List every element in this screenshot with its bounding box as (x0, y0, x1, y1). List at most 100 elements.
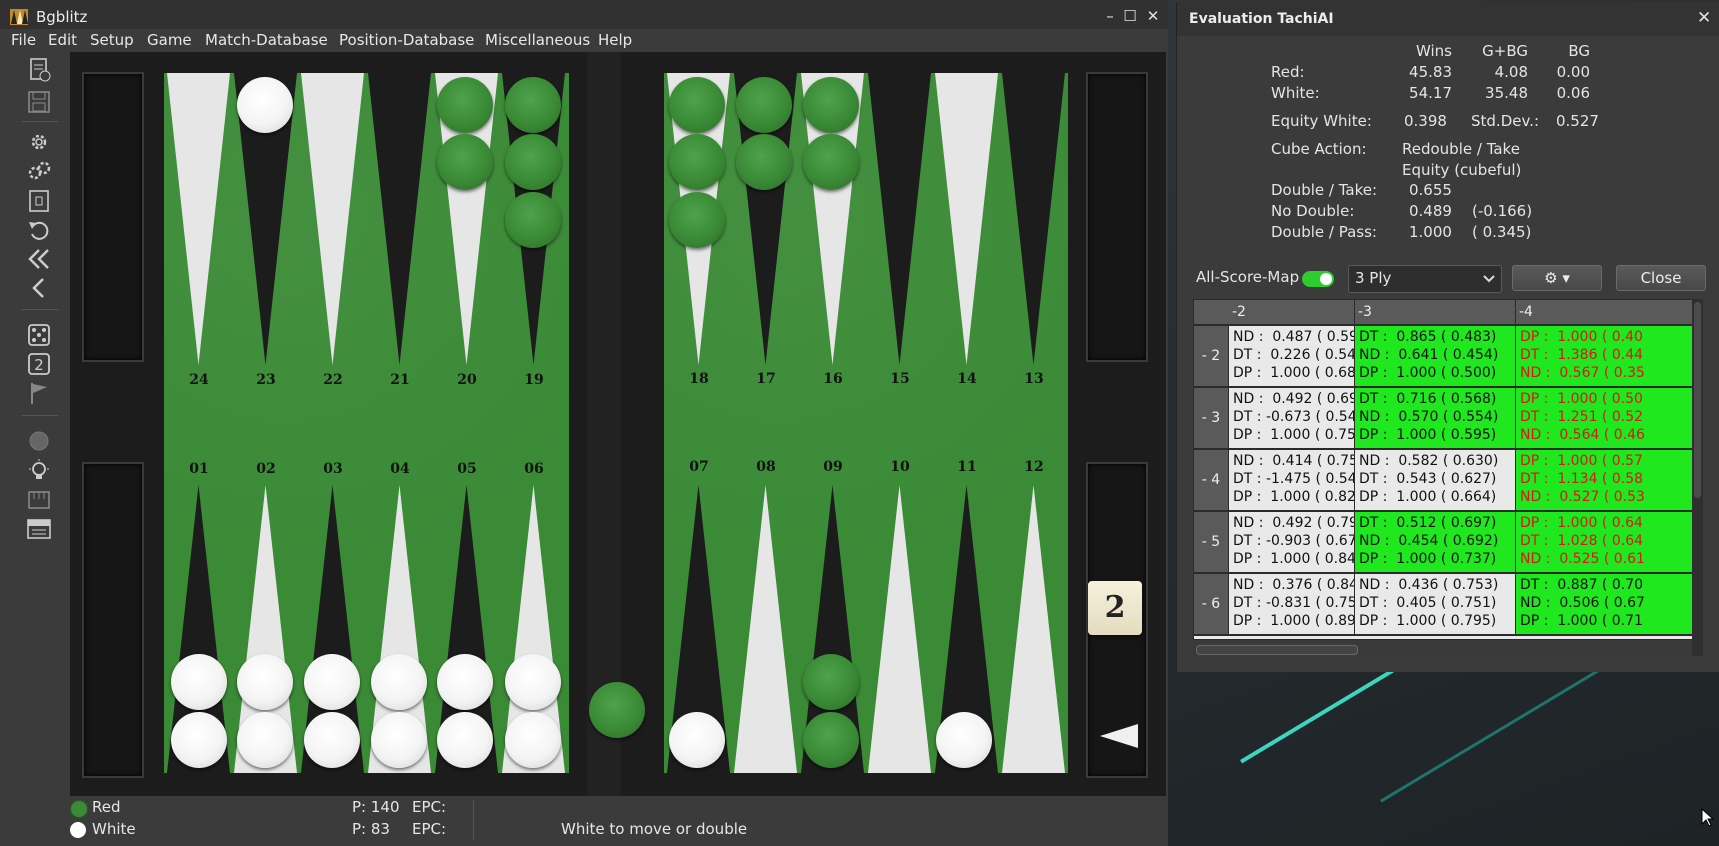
menu-bar: File Edit Setup Game Match-Database Posi… (0, 29, 1168, 53)
red-checker[interactable] (589, 682, 645, 738)
white-checker[interactable] (171, 712, 227, 768)
point-number: 09 (823, 459, 843, 475)
point-number: 24 (189, 372, 209, 388)
menu-game[interactable]: Game (147, 31, 192, 49)
table-vertical-scroll-thumb[interactable] (1694, 302, 1701, 498)
menu-position-database[interactable]: Position-Database (339, 31, 474, 49)
score-map-cell[interactable]: ND : 0.436 ( 0.753) DT : 0.405 ( 0.751) … (1355, 574, 1515, 634)
settings-icon[interactable] (26, 129, 52, 155)
red-checker[interactable] (803, 134, 859, 190)
new-match-icon[interactable] (26, 57, 52, 83)
point-triangle[interactable] (368, 73, 431, 365)
white-checker[interactable] (237, 712, 293, 768)
back-icon[interactable] (26, 275, 52, 301)
red-checker[interactable] (736, 134, 792, 190)
white-checker[interactable] (669, 712, 725, 768)
red-checker[interactable] (736, 77, 792, 133)
white-checker[interactable] (437, 712, 493, 768)
board-setup-icon[interactable] (26, 188, 52, 214)
point-triangle[interactable] (935, 73, 998, 365)
white-checker[interactable] (171, 654, 227, 710)
menu-edit[interactable]: Edit (48, 31, 77, 49)
white-checker[interactable] (505, 712, 561, 768)
close-button[interactable]: Close (1616, 265, 1706, 291)
dice-icon[interactable] (26, 322, 52, 348)
white-checker[interactable] (936, 712, 992, 768)
score-map-cell[interactable]: ND : 0.492 ( 0.799) DT : -0.903 ( 0.673)… (1229, 512, 1354, 572)
minimize-icon[interactable]: – (1100, 6, 1120, 26)
window-title: Bgblitz (36, 8, 88, 26)
ruler-icon[interactable] (26, 487, 52, 513)
point-triangle[interactable] (1002, 485, 1065, 773)
red-pip-count: P: 140 (352, 798, 400, 816)
red-checker[interactable] (803, 712, 859, 768)
undo-icon[interactable] (26, 217, 52, 243)
right-top-tray[interactable] (1086, 72, 1148, 362)
score-map-cell[interactable]: DT : 0.716 ( 0.568) ND : 0.570 ( 0.554) … (1355, 388, 1515, 448)
score-map-cell[interactable]: ND : 0.492 ( 0.690) DT : -0.673 ( 0.542)… (1229, 388, 1354, 448)
score-map-cell[interactable]: DT : 0.865 ( 0.483) ND : 0.641 ( 0.454) … (1355, 326, 1515, 386)
score-map-cell[interactable]: ND : 0.582 ( 0.630) DT : 0.543 ( 0.627) … (1355, 450, 1515, 510)
score-map-cell[interactable]: DT : 0.887 ( 0.70 ND : 0.506 ( 0.67 DP :… (1516, 574, 1696, 634)
score-map-cell[interactable]: DP : 1.000 ( 0.40 DT : 1.386 ( 0.44 ND :… (1516, 326, 1696, 386)
red-checker[interactable] (803, 654, 859, 710)
score-map-cell[interactable]: ND : 0.487 ( 0.590) DT : 0.226 ( 0.542) … (1229, 326, 1354, 386)
point-triangle[interactable] (301, 73, 364, 365)
red-bg: 0.00 (1556, 63, 1590, 81)
ply-select[interactable]: 3 Ply (1348, 265, 1502, 293)
menu-setup[interactable]: Setup (90, 31, 134, 49)
all-score-map-toggle[interactable] (1302, 271, 1334, 287)
turn-arrow-icon (1100, 724, 1138, 748)
resign-flag-icon[interactable] (26, 380, 52, 406)
white-checker[interactable] (371, 712, 427, 768)
white-checker[interactable] (371, 654, 427, 710)
cube-2-icon[interactable]: 2 (26, 351, 52, 377)
red-checker[interactable] (437, 134, 493, 190)
point-triangle[interactable] (167, 73, 230, 365)
red-checker[interactable] (803, 77, 859, 133)
close-icon[interactable]: ✕ (1143, 6, 1163, 26)
red-checker[interactable] (669, 192, 725, 248)
settings-menu-button[interactable]: ⚙ ▾ (1512, 265, 1602, 291)
hint-lightbulb-icon[interactable] (26, 458, 52, 484)
point-triangle[interactable] (868, 485, 931, 773)
white-checker[interactable] (505, 654, 561, 710)
menu-help[interactable]: Help (598, 31, 632, 49)
save-icon[interactable] (26, 89, 52, 115)
red-checker[interactable] (669, 134, 725, 190)
column-header: -3 (1355, 300, 1515, 324)
score-map-cell[interactable]: DT : 0.512 ( 0.697) ND : 0.454 ( 0.692) … (1355, 512, 1515, 572)
point-triangle[interactable] (1002, 73, 1065, 365)
score-map-cell[interactable]: ND : 0.376 ( 0.844) DT : -0.831 ( 0.750)… (1229, 574, 1354, 634)
circle-icon[interactable] (26, 428, 52, 454)
menu-match-database[interactable]: Match-Database (205, 31, 328, 49)
white-checker[interactable] (437, 654, 493, 710)
score-map-cell[interactable]: ND : 0.414 ( 0.754) DT : -1.475 ( 0.542)… (1229, 450, 1354, 510)
red-checker[interactable] (669, 77, 725, 133)
red-checker[interactable] (437, 77, 493, 133)
white-checker[interactable] (237, 654, 293, 710)
point-number: 15 (890, 371, 910, 387)
evaluation-close-icon[interactable]: ✕ (1697, 8, 1711, 28)
white-checker[interactable] (304, 712, 360, 768)
doubling-cube[interactable]: 2 (1088, 581, 1142, 635)
maximize-icon[interactable]: ☐ (1120, 6, 1140, 26)
score-map-cell[interactable]: DP : 1.000 ( 0.57 DT : 1.134 ( 0.58 ND :… (1516, 450, 1696, 510)
score-map-cell[interactable]: DP : 1.000 ( 0.64 DT : 1.028 ( 0.64 ND :… (1516, 512, 1696, 572)
white-checker[interactable] (304, 654, 360, 710)
table-horizontal-scroll-thumb[interactable] (1196, 645, 1358, 655)
rewind-icon[interactable] (26, 246, 52, 272)
pip-count-icon[interactable] (26, 516, 52, 542)
point-triangle[interactable] (868, 73, 931, 365)
menu-file[interactable]: File (11, 31, 36, 49)
white-checker[interactable] (237, 77, 293, 133)
menu-miscellaneous[interactable]: Miscellaneous (485, 31, 590, 49)
red-checker[interactable] (505, 77, 561, 133)
toolbar-separator (22, 415, 58, 416)
score-map-cell[interactable]: DP : 1.000 ( 0.50 DT : 1.251 ( 0.52 ND :… (1516, 388, 1696, 448)
cube-action-value: Redouble / Take (1402, 140, 1520, 158)
settings-2-icon[interactable] (26, 159, 52, 185)
point-triangle[interactable] (734, 485, 797, 773)
red-checker[interactable] (505, 192, 561, 248)
red-checker[interactable] (505, 134, 561, 190)
